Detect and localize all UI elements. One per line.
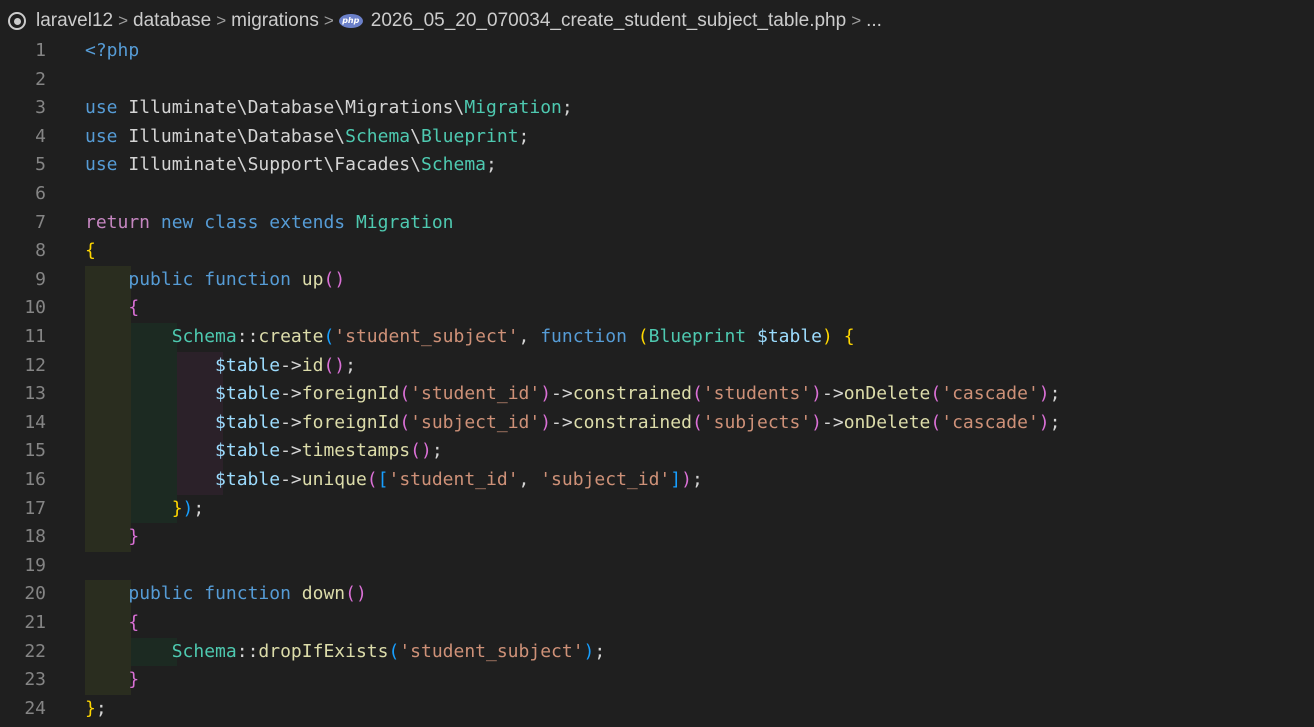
line-number: 16 — [24, 469, 46, 490]
workspace-circle-icon — [8, 12, 26, 30]
code-editor[interactable]: 1 <?php 2 3 use Illuminate\Database\Migratio… — [0, 37, 1314, 727]
code-line[interactable]: 11 Schema::create('student_subject', fun… — [0, 323, 1314, 352]
code-line[interactable]: 14 $table->foreignId('subject_id')->cons… — [0, 408, 1314, 438]
code-text: use Illuminate\Database\Schema\Blueprint… — [85, 125, 530, 147]
line-number: 6 — [35, 183, 46, 204]
code-line[interactable]: 2 — [0, 66, 1314, 95]
code-text: <?php — [85, 40, 140, 61]
breadcrumb-item-migrations[interactable]: migrations — [231, 10, 319, 32]
code-line[interactable]: 13 $table->foreignId('student_id')->cons… — [0, 380, 1314, 409]
code-line[interactable]: 10 { — [0, 294, 1314, 323]
code-text: } — [128, 526, 140, 548]
code-line[interactable]: 20 public function down() — [0, 580, 1314, 609]
code-text: return new class extends Migration — [85, 211, 454, 233]
line-number: 7 — [35, 211, 46, 233]
code-text: }); — [171, 497, 205, 519]
code-line[interactable]: 19 — [0, 552, 1314, 581]
line-number: 3 — [35, 97, 46, 119]
line-number: 20 — [24, 583, 46, 605]
line-number: 13 — [24, 383, 46, 405]
code-line[interactable]: 22 Schema::dropIfExists('student_subject… — [0, 637, 1314, 667]
code-text: }; — [85, 697, 107, 719]
code-line[interactable]: 15 $table->timestamps(); — [0, 437, 1314, 466]
chevron-right-icon: > — [323, 11, 334, 30]
line-number: 2 — [35, 68, 46, 90]
line-number: 9 — [35, 268, 46, 290]
code-line[interactable]: 18 } — [0, 523, 1314, 552]
chevron-right-icon: > — [216, 11, 227, 30]
breadcrumb-item-laravel12[interactable]: laravel12 — [36, 10, 113, 32]
code-line[interactable]: 16 $table->unique(['student_id', 'subjec… — [0, 466, 1314, 495]
code-text: public function down() — [128, 583, 367, 605]
code-text: $table->foreignId('subject_id')->constra… — [215, 411, 1061, 433]
code-line[interactable]: 23 } — [0, 666, 1314, 695]
chevron-right-icon: > — [118, 11, 129, 30]
code-line[interactable]: 4 use Illuminate\Database\Schema\Blueprin… — [0, 123, 1314, 152]
code-text: use Illuminate\Database\Migrations\Migra… — [85, 97, 573, 119]
line-number: 15 — [24, 440, 46, 462]
line-number: 18 — [24, 526, 46, 548]
code-line[interactable]: 9 public function up() — [0, 265, 1314, 295]
php-file-icon: php — [338, 14, 363, 28]
code-line[interactable]: 3 use Illuminate\Database\Migrations\Migr… — [0, 94, 1314, 123]
code-line[interactable]: 1 <?php — [0, 37, 1314, 66]
line-number: 17 — [24, 497, 46, 519]
code-text: } — [128, 669, 140, 691]
code-text: $table->unique(['student_id', 'subject_i… — [215, 469, 703, 490]
code-text: Schema::create('student_subject', functi… — [171, 326, 855, 347]
code-text: $table->id(); — [215, 354, 356, 376]
line-number: 4 — [35, 125, 46, 147]
line-number: 5 — [35, 154, 46, 176]
line-number: 19 — [24, 554, 46, 576]
code-text: use Illuminate\Support\Facades\Schema; — [85, 154, 497, 176]
line-number: 8 — [35, 240, 46, 262]
code-text: { — [85, 240, 96, 262]
code-line[interactable]: 7 return new class extends Migration — [0, 209, 1314, 238]
line-number: 1 — [35, 40, 46, 61]
breadcrumb-item-file[interactable]: 2026_05_20_070034_create_student_subject… — [371, 10, 846, 32]
code-line[interactable]: 8{ — [0, 237, 1314, 266]
breadcrumb: laravel12 > database > migrations > php … — [0, 0, 1314, 42]
line-number: 12 — [24, 354, 46, 376]
breadcrumb-item-symbols[interactable]: ... — [866, 10, 882, 32]
line-number: 23 — [24, 669, 46, 691]
code-line[interactable]: 5 use Illuminate\Support\Facades\Schema; — [0, 151, 1314, 180]
code-line[interactable]: 6 — [0, 180, 1314, 209]
line-number: 22 — [24, 640, 46, 662]
line-number: 10 — [24, 297, 46, 319]
chevron-right-icon: > — [851, 11, 862, 30]
line-number: 24 — [24, 697, 46, 719]
line-number: 11 — [24, 326, 46, 347]
code-line[interactable]: 24}; — [0, 695, 1314, 724]
code-text: { — [128, 612, 140, 633]
code-text: $table->timestamps(); — [215, 440, 443, 462]
code-text: { — [128, 297, 140, 319]
code-line[interactable]: 17 }); — [0, 494, 1314, 524]
breadcrumb-item-database[interactable]: database — [133, 10, 211, 32]
code-text: $table->foreignId('student_id')->constra… — [215, 383, 1061, 405]
line-number: 14 — [24, 411, 46, 433]
code-line[interactable]: 12 $table->id(); — [0, 351, 1314, 381]
code-text: public function up() — [128, 268, 346, 290]
code-text: Schema::dropIfExists('student_subject'); — [171, 640, 606, 662]
code-line[interactable]: 21 { — [0, 609, 1314, 638]
line-number: 21 — [24, 612, 46, 633]
